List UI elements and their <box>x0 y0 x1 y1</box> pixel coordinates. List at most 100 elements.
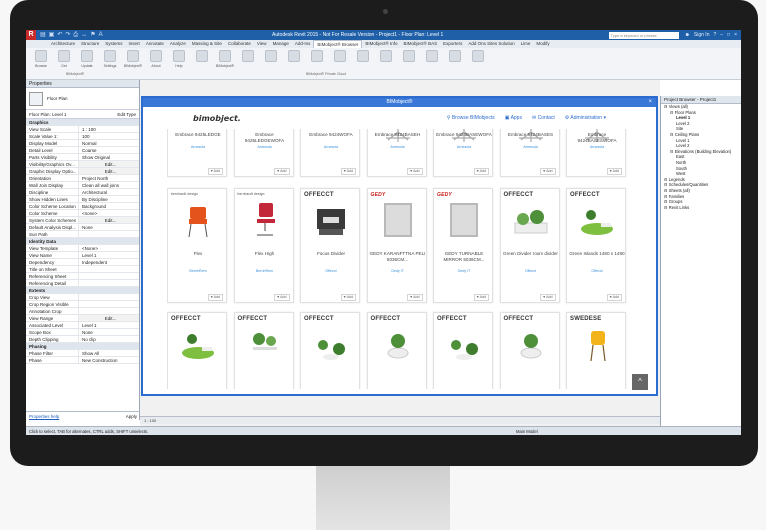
property-value[interactable]: Independent <box>78 259 139 265</box>
product-image[interactable] <box>577 201 617 239</box>
nav-link-contact[interactable]: ✉ Contact <box>532 115 555 121</box>
property-row[interactable]: Display Model Normal <box>26 140 139 147</box>
product-image[interactable] <box>245 325 285 363</box>
product-name[interactable]: Embrace 9424BASES <box>503 132 559 138</box>
property-value[interactable]: Normal <box>78 140 139 146</box>
property-row[interactable]: Color Scheme Location Background <box>26 203 139 210</box>
property-value[interactable]: <none> <box>78 210 139 216</box>
property-row[interactable]: Annotation Crop <box>26 308 139 315</box>
apply-button[interactable]: Apply <box>126 412 137 420</box>
property-row[interactable]: Color Scheme <none> <box>26 210 139 217</box>
product-card[interactable]: OFFECCT <box>433 312 493 389</box>
manufacturer-link[interactable]: Arnesola <box>567 145 627 149</box>
nav-link-apps[interactable]: ▣ Apps <box>505 115 522 121</box>
property-row[interactable]: Parts Visibility Show Original <box>26 154 139 161</box>
ribbon-button[interactable] <box>239 50 257 77</box>
add-button[interactable]: ♥ Add <box>606 168 622 175</box>
ribbon-button[interactable] <box>193 50 211 77</box>
product-name[interactable]: Focus Divider <box>303 251 359 257</box>
product-name[interactable]: GEDY TURNABLE MIRROR 5036CM... <box>436 251 492 262</box>
product-name[interactable]: Embrace 9424BASESWOFA <box>569 132 625 143</box>
product-name[interactable]: Embrace 9424BASEWOFA <box>436 132 492 138</box>
property-edit-button[interactable]: Edit... <box>78 168 139 174</box>
property-row[interactable]: View Scale 1 : 100 <box>26 126 139 133</box>
ribbon-tab[interactable]: Architecture <box>48 40 78 48</box>
ribbon-tab[interactable]: View <box>254 40 270 48</box>
measure-icon[interactable]: ↔ <box>81 30 87 40</box>
property-value[interactable]: Architectural <box>78 189 139 195</box>
property-row[interactable]: Crop Region Visible <box>26 301 139 308</box>
nav-link-browse[interactable]: ⚲ Browse BIMobjects <box>447 115 495 121</box>
ribbon-button[interactable] <box>262 50 280 77</box>
add-button[interactable]: ♥ Add <box>207 294 223 301</box>
ribbon-button[interactable] <box>446 50 464 77</box>
property-row[interactable]: Show Hidden Lines By Discipline <box>26 196 139 203</box>
manufacturer-link[interactable]: Offecct <box>301 269 361 273</box>
product-image[interactable] <box>577 325 617 363</box>
property-row[interactable]: Referencing Sheet <box>26 273 139 280</box>
property-row[interactable]: System Color Schemes Edit... <box>26 217 139 224</box>
add-button[interactable]: ♥ Add <box>540 294 556 301</box>
property-value[interactable]: By Discipline <box>78 196 139 202</box>
add-button[interactable]: ♥ Add <box>540 168 556 175</box>
product-image[interactable] <box>444 325 484 363</box>
product-card[interactable]: Embrace 9424BASEWOFA Arnesola ♥ Add <box>433 129 493 177</box>
manufacturer-link[interactable]: BernhRem <box>168 269 228 273</box>
print-icon[interactable]: ⎙ <box>73 30 78 40</box>
type-selector[interactable]: Floor Plan <box>26 88 139 110</box>
tag-icon[interactable]: ⚑ <box>90 30 95 40</box>
property-row[interactable]: Referencing Detail <box>26 280 139 287</box>
ribbon-tab[interactable]: Exporters <box>440 40 465 48</box>
instance-selector[interactable]: Floor Plan: Level 1 Edit Type <box>26 110 139 119</box>
property-row[interactable]: Depth Clipping No clip <box>26 336 139 343</box>
property-value[interactable]: No clip <box>78 336 139 342</box>
property-value[interactable] <box>78 294 139 300</box>
property-value[interactable] <box>78 266 139 272</box>
active-workset[interactable]: Main Model <box>516 427 538 435</box>
property-value[interactable]: Background <box>78 203 139 209</box>
ribbon-tab[interactable]: Systems <box>102 40 125 48</box>
ribbon-button[interactable] <box>400 50 418 77</box>
product-card[interactable]: OFFECCT <box>366 312 427 389</box>
property-row[interactable]: Associated Level Level 1 <box>26 322 139 329</box>
property-value[interactable] <box>78 280 139 286</box>
undo-icon[interactable]: ↶ <box>57 30 62 40</box>
product-card[interactable]: OFFECCT <box>300 312 360 389</box>
add-button[interactable]: ♥ Add <box>473 168 489 175</box>
property-value[interactable] <box>78 308 139 314</box>
property-row[interactable]: Scale Value 1: 100 <box>26 133 139 140</box>
property-edit-button[interactable]: Edit... <box>78 315 139 321</box>
product-card[interactable]: Embrace 9425LEDGEWOFA Arnesola ♥ Add <box>233 129 294 177</box>
user-icon[interactable]: ☻ <box>685 30 690 40</box>
ribbon-button[interactable] <box>469 50 487 77</box>
product-card[interactable]: OFFECCT Green Islands 1480 x 1480 Offecct ♥… <box>566 188 626 303</box>
property-row[interactable]: Discipline Architectural <box>26 189 139 196</box>
product-name[interactable]: Embrace 9424BASEH <box>370 132 426 138</box>
product-card[interactable]: Embrace 9424WOFA Arnesola ♥ Add <box>300 129 360 177</box>
search-input[interactable]: Type a keyword or phrase <box>608 31 679 39</box>
save-icon[interactable]: ▣ <box>49 30 55 40</box>
property-value[interactable] <box>78 273 139 279</box>
product-name[interactable]: Flex High <box>237 251 293 257</box>
add-button[interactable]: ♥ Add <box>606 294 622 301</box>
property-value[interactable]: <None> <box>78 245 139 251</box>
property-row[interactable]: View Name Level 1 <box>26 252 139 259</box>
properties-help-link[interactable]: Properties help <box>29 412 59 420</box>
product-image[interactable] <box>444 201 484 239</box>
property-row[interactable]: Title on Sheet <box>26 266 139 273</box>
property-edit-button[interactable]: Edit... <box>78 161 139 167</box>
manufacturer-link[interactable]: Offecct <box>501 269 561 273</box>
property-row[interactable]: Wall Join Display Clean all wall joins <box>26 182 139 189</box>
property-row[interactable]: Phase Filter Show All <box>26 350 139 357</box>
edit-type-button[interactable]: Edit Type <box>117 112 136 117</box>
add-button[interactable]: ♥ Add <box>473 294 489 301</box>
product-card[interactable]: Embrace 9424BASES Arnesola ♥ Add <box>499 129 560 177</box>
redo-icon[interactable]: ↷ <box>65 30 70 40</box>
add-button[interactable]: ♥ Add <box>274 294 290 301</box>
product-name[interactable]: Flex <box>170 251 226 257</box>
product-card[interactable]: OFFECCT <box>499 312 560 389</box>
text-icon[interactable]: A <box>99 30 103 40</box>
product-card[interactable]: bernhardt design Flex High BernhRem ♥ Add <box>233 188 294 303</box>
ribbon-tab[interactable]: Collaborate <box>225 40 254 48</box>
product-image[interactable] <box>511 201 551 239</box>
